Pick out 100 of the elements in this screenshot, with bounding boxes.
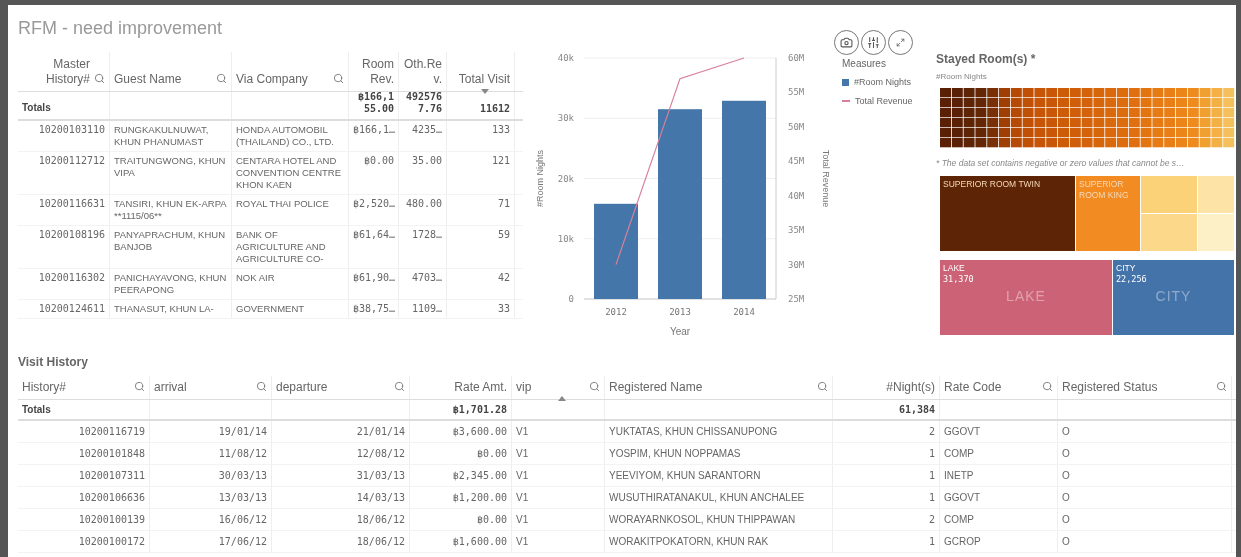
- table-cell-text: 10200116302: [37, 272, 105, 284]
- expand-button[interactable]: [888, 30, 913, 55]
- table-cell-text: COMP: [944, 447, 974, 461]
- table-cell-text: ฿1,600.00: [452, 535, 507, 549]
- table-cell-text: 10200124611: [37, 303, 105, 315]
- y2-tick-label: 60M: [788, 53, 805, 63]
- table-cell-text: YEEVIYOM, KHUN SARANTORN: [609, 469, 761, 483]
- y2-tick-label: 40M: [788, 190, 805, 201]
- column-header[interactable]: Room Rev.: [353, 57, 394, 87]
- totals-label: Totals: [22, 101, 51, 115]
- tile-value: 22,256: [1116, 273, 1148, 285]
- table-cell: ฿166,1…: [353, 124, 394, 136]
- table-cell-text: 14/03/13: [356, 491, 405, 505]
- search-icon[interactable]: [333, 73, 344, 84]
- y-tick-label: 30k: [557, 113, 574, 124]
- diagonal-arrows-icon: [896, 38, 905, 47]
- table-cell-text: 1728…: [410, 229, 442, 241]
- table-cell-text: 480.00: [404, 198, 442, 210]
- column-header[interactable]: Registered Status: [1062, 380, 1158, 395]
- legend-label[interactable]: Total Revenue: [855, 94, 913, 108]
- table-cell: ฿61,90…: [353, 272, 394, 284]
- column-header[interactable]: #Night(s): [886, 380, 935, 395]
- table-cell-text: 10200100172: [78, 535, 145, 549]
- column-header[interactable]: Total Visit: [458, 72, 510, 87]
- tile-value: 31,370: [943, 273, 975, 285]
- treemap-tile[interactable]: SUPERIOR ROOM TWIN: [940, 175, 1075, 251]
- table-cell-text: HONDA AUTOMOBIL (THAILAND) CO., LTD.: [236, 124, 335, 148]
- column-header[interactable]: History#: [22, 380, 66, 395]
- y2-tick-label: 50M: [788, 121, 805, 132]
- table-cell-text: 2: [928, 513, 935, 527]
- table-cell-text: 133: [490, 124, 510, 136]
- table-cell-text: YUKTATAS, KHUN CHISSANUPONG: [609, 425, 778, 439]
- table-cell-text: 31/03/13: [356, 469, 405, 483]
- treemap-tile[interactable]: LAKE 31,370 LAKE: [940, 259, 1112, 335]
- totals-label: Totals: [22, 403, 51, 417]
- search-icon[interactable]: [256, 381, 267, 392]
- table-cell-text: 71: [496, 198, 510, 210]
- table-cell-text: 13/03/13: [218, 491, 267, 505]
- table-cell-text: ฿3,600.00: [452, 425, 507, 439]
- table-cell-text: 11/08/12: [218, 447, 267, 461]
- y2-tick-label: 55M: [788, 87, 805, 98]
- table-cell-text: WUSUTHIRATANAKUL, KHUN ANCHALEE: [609, 491, 805, 505]
- search-icon[interactable]: [394, 381, 405, 392]
- table-cell: ฿2,520…: [353, 198, 394, 210]
- adjust-button[interactable]: [861, 30, 886, 55]
- table-cell-text: ฿1,200.00: [452, 491, 507, 505]
- table-cell-text: V1: [516, 447, 529, 461]
- table-cell-text: 18/06/12: [356, 535, 405, 549]
- search-icon[interactable]: [216, 73, 227, 84]
- search-icon[interactable]: [1216, 381, 1227, 392]
- y-tick-label: 0: [568, 294, 574, 304]
- table-cell-text: 4235…: [410, 124, 442, 136]
- column-header[interactable]: arrival: [154, 380, 187, 395]
- table-cell-text: 35.00: [410, 155, 442, 167]
- table-cell-text: 59: [496, 229, 510, 241]
- column-header[interactable]: Rate Amt.: [454, 380, 507, 395]
- table-cell-text: ฿0.00: [476, 513, 507, 527]
- table-cell: TRAITUNGWONG, KHUN VIPA: [114, 155, 227, 179]
- x-tick-label: 2013: [669, 307, 691, 317]
- search-icon[interactable]: [589, 381, 600, 392]
- table-cell-text: GGOVT: [944, 425, 981, 439]
- column-header[interactable]: Registered Name: [609, 380, 703, 395]
- table-cell-text: O: [1062, 469, 1070, 483]
- column-header[interactable]: Rate Code: [944, 380, 1002, 395]
- table-cell-text: 1109…: [410, 303, 442, 315]
- legend-label[interactable]: #Room Nights: [854, 76, 912, 90]
- table-cell-text: V1: [516, 425, 529, 439]
- search-icon[interactable]: [134, 381, 145, 392]
- table-cell-text: GCROP: [944, 535, 981, 549]
- x-tick-label: 2014: [733, 307, 755, 317]
- search-icon[interactable]: [1042, 381, 1053, 392]
- table-cell-text: 1: [928, 535, 935, 549]
- column-header[interactable]: Master History#: [22, 57, 90, 87]
- search-icon[interactable]: [817, 381, 828, 392]
- column-header[interactable]: departure: [276, 380, 328, 395]
- table-cell-text: 12/08/12: [356, 447, 405, 461]
- tile-label: LAKE: [943, 262, 966, 274]
- column-header[interactable]: Via Company: [236, 72, 308, 87]
- column-header[interactable]: Oth.Rev.: [403, 57, 442, 87]
- y-axis-title: #Room Nights: [535, 150, 545, 207]
- table-cell-text: 17/06/12: [218, 535, 267, 549]
- table-cell-text: O: [1062, 535, 1070, 549]
- total-cell: 11612: [479, 103, 510, 115]
- sheet-title: RFM - need improvement: [18, 18, 223, 38]
- snapshot-button[interactable]: [834, 30, 859, 55]
- section-title: Visit History: [18, 355, 88, 369]
- table-cell-text: COMP: [944, 513, 974, 527]
- column-header[interactable]: vip: [516, 380, 532, 395]
- search-icon[interactable]: [94, 73, 105, 84]
- x-axis-title: Year: [669, 326, 691, 337]
- table-cell-text: 42: [496, 272, 510, 284]
- table-cell-text: THANASUT, KHUN LA-: [114, 303, 215, 315]
- treemap-tile[interactable]: CITY 22,256 CITY: [1113, 259, 1234, 335]
- total-cell-text: ฿1,701.28: [452, 403, 507, 417]
- table-cell-text: YOSPIM, KHUN NOPPAMAS: [609, 447, 741, 461]
- camera-icon: [840, 36, 853, 49]
- y2-tick-label: 35M: [788, 225, 805, 236]
- table-cell-text: 10200100139: [78, 513, 145, 527]
- table-cell-text: ฿2,345.00: [452, 469, 507, 483]
- column-header[interactable]: Guest Name: [114, 72, 182, 87]
